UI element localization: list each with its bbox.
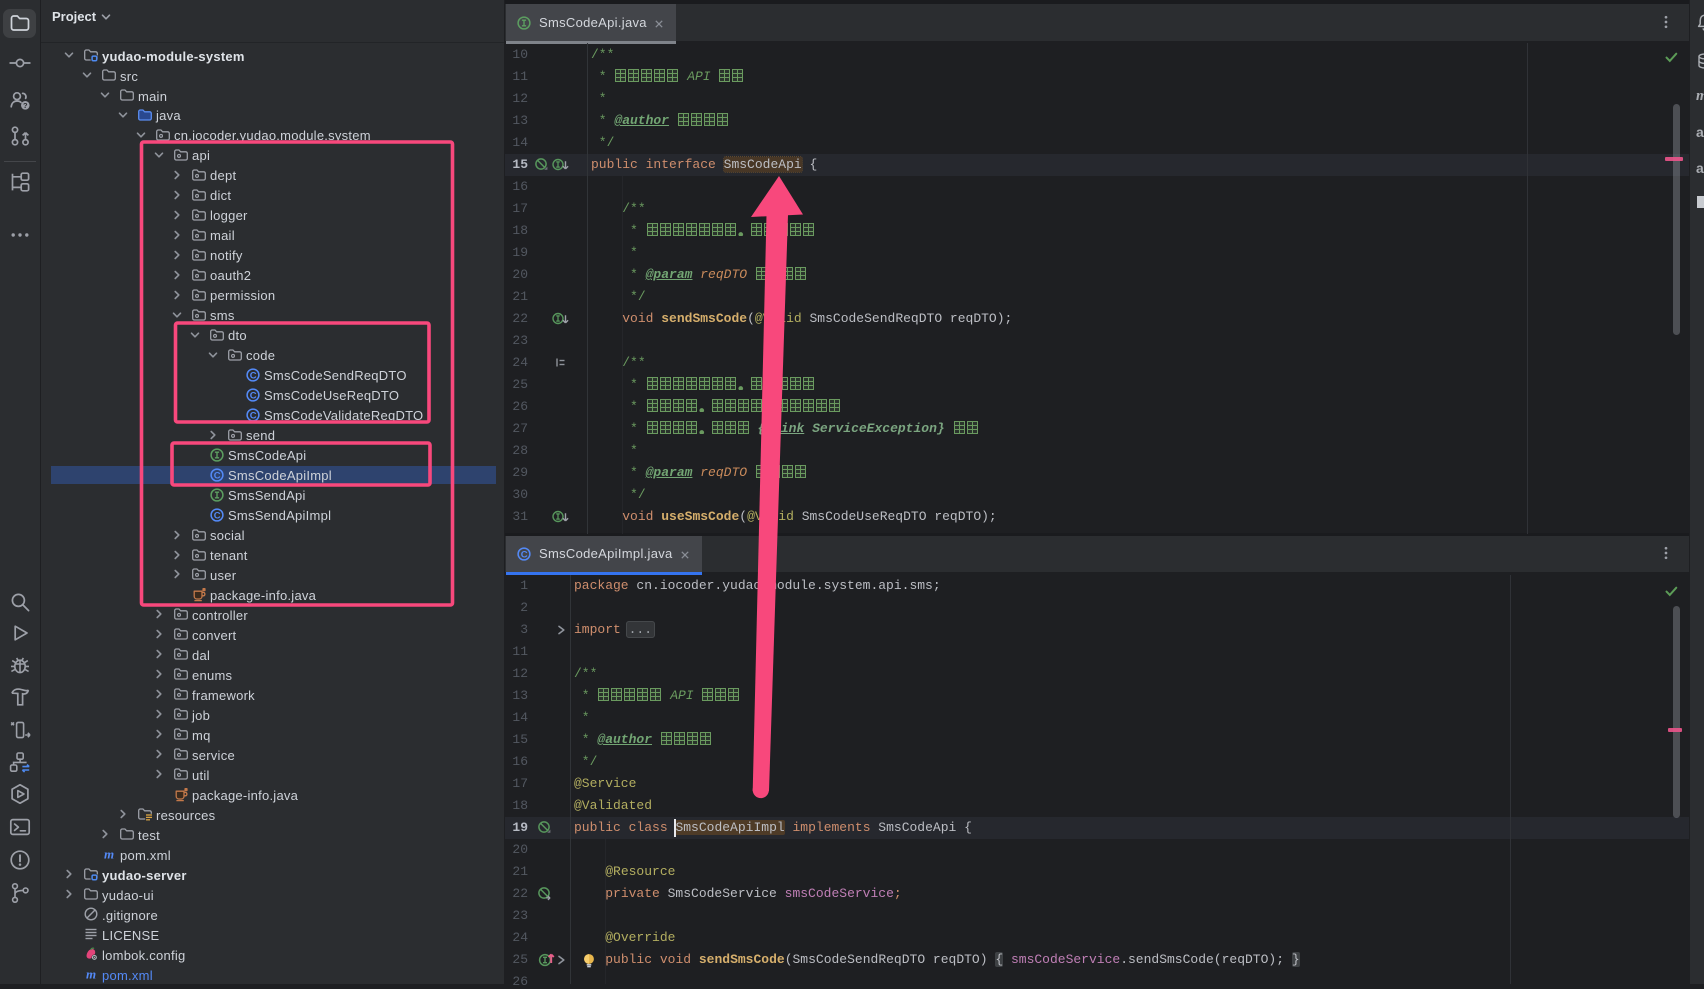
svg-text:C: C <box>214 470 221 481</box>
svg-text:?: ? <box>23 101 28 110</box>
svg-text:C: C <box>250 390 257 401</box>
svg-text:m: m <box>104 847 114 862</box>
svg-text:C: C <box>250 410 257 421</box>
svg-text:C: C <box>521 550 528 561</box>
svg-text:m: m <box>86 967 96 982</box>
svg-text:C: C <box>214 510 221 521</box>
svg-text:C: C <box>250 370 257 381</box>
